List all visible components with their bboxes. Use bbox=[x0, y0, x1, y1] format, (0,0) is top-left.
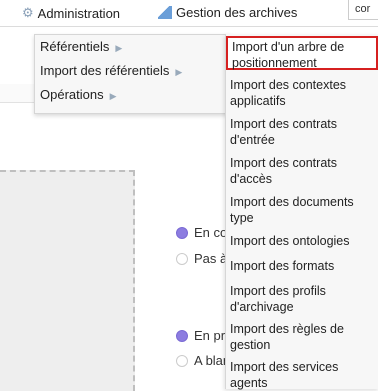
submenu-item-label: Import des règles de gestion bbox=[230, 322, 344, 352]
top-right-text: cor bbox=[355, 3, 371, 15]
submenu-item-label: Import des documents type bbox=[230, 195, 354, 225]
menu-item-label: Référentiels bbox=[40, 39, 110, 54]
menu-item-operations[interactable]: Opérations ▶ bbox=[35, 83, 231, 107]
radio-option-a-blanc[interactable]: A blar bbox=[176, 353, 227, 368]
radio-selected-icon bbox=[176, 329, 188, 342]
submenu-item-label: Import des contrats d'accès bbox=[230, 156, 337, 186]
submenu-item-contrats-acces[interactable]: Import des contrats d'accès bbox=[226, 155, 378, 187]
content-panel bbox=[0, 170, 135, 391]
submenu-item-documents-type[interactable]: Import des documents type bbox=[226, 194, 378, 226]
radio-option-en-cours[interactable]: En co bbox=[176, 225, 227, 240]
submenu-item-profils-archivage[interactable]: Import des profils d'archivage bbox=[226, 283, 378, 315]
menu-item-label: Import des référentiels bbox=[40, 63, 170, 78]
menu-item-referentiels[interactable]: Référentiels ▶ bbox=[35, 35, 231, 59]
submenu-item-arbre-positionnement[interactable]: Import d'un arbre de positionnement bbox=[226, 36, 378, 70]
area-chart-icon bbox=[158, 6, 172, 19]
radio-option-pas[interactable]: Pas à bbox=[176, 251, 227, 266]
radio-label: En co bbox=[194, 225, 228, 240]
submenu-item-regles-gestion[interactable]: Import des règles de gestion bbox=[226, 321, 378, 353]
submenu-item-formats[interactable]: Import des formats bbox=[226, 258, 378, 274]
radio-unselected-icon bbox=[176, 354, 188, 367]
submenu-item-contextes-applicatifs[interactable]: Import des contextes applicatifs bbox=[226, 77, 378, 109]
submenu-item-label: Import d'un arbre de positionnement bbox=[232, 40, 345, 70]
submenu-item-label: Import des contrats d'entrée bbox=[230, 117, 337, 147]
radio-label: Pas à bbox=[194, 251, 228, 266]
submenu-item-label: Import des contextes applicatifs bbox=[230, 78, 347, 108]
nav-administration-label: Administration bbox=[37, 5, 121, 21]
radio-label: En pr bbox=[194, 328, 226, 343]
radio-selected-icon bbox=[176, 226, 188, 239]
radio-label: A blar bbox=[194, 353, 228, 368]
radio-option-en-pr[interactable]: En pr bbox=[176, 328, 225, 343]
nav-administration[interactable]: ⚙ Administration bbox=[22, 5, 120, 21]
submenu-item-contrats-entree[interactable]: Import des contrats d'entrée bbox=[226, 116, 378, 148]
menu-item-label: Opérations bbox=[40, 87, 104, 102]
top-navbar: ⚙ Administration Gestion des archives co… bbox=[0, 0, 378, 27]
submenu-item-label: Import des services agents bbox=[230, 360, 339, 390]
nav-gestion-label: Gestion des archives bbox=[176, 5, 298, 20]
caret-right-icon: ▶ bbox=[115, 43, 123, 53]
nav-gestion-archives[interactable]: Gestion des archives bbox=[158, 5, 297, 20]
submenu-item-label: Import des profils d'archivage bbox=[230, 284, 326, 314]
submenu-item-services-agents[interactable]: Import des services agents bbox=[226, 359, 378, 391]
menu-item-import-referentiels[interactable]: Import des référentiels ▶ bbox=[35, 59, 231, 83]
administration-dropdown-menu: Référentiels ▶ Import des référentiels ▶ O… bbox=[34, 34, 232, 114]
submenu-item-label: Import des ontologies bbox=[230, 234, 350, 248]
top-right-control[interactable]: cor bbox=[348, 0, 378, 20]
gears-icon: ⚙ bbox=[22, 5, 34, 20]
submenu-item-ontologies[interactable]: Import des ontologies bbox=[226, 233, 378, 249]
submenu-item-label: Import des formats bbox=[230, 259, 335, 273]
radio-unselected-icon bbox=[176, 252, 188, 265]
caret-right-icon: ▶ bbox=[109, 91, 117, 101]
caret-right-icon: ▶ bbox=[175, 67, 183, 77]
import-referentiels-submenu: Import d'un arbre de positionnement Impo… bbox=[225, 34, 378, 391]
